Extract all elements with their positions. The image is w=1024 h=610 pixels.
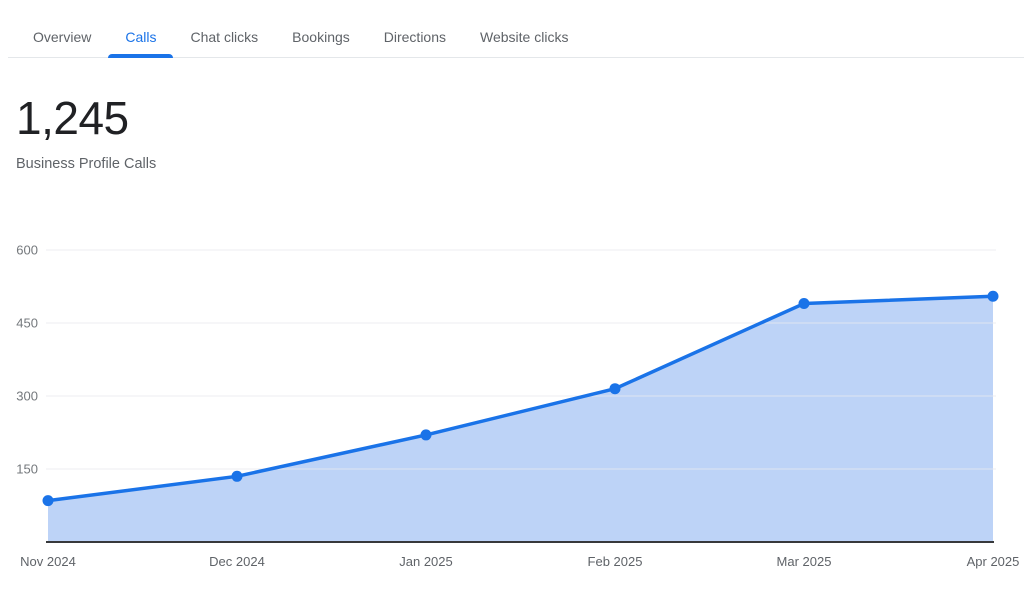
tab-label: Overview	[33, 29, 91, 45]
calls-trend-chart-canvas: 150 300 450 600 Nov 2024 Dec 2024 Jan 2025 Feb …	[0, 230, 1024, 580]
tab-label: Chat clicks	[190, 29, 258, 45]
x-axis-tick-label: Apr 2025	[967, 554, 1020, 569]
data-point[interactable]	[421, 429, 432, 440]
x-axis-tick-label: Mar 2025	[777, 554, 832, 569]
area-fill	[48, 296, 993, 542]
tab-website-clicks[interactable]: Website clicks	[463, 0, 585, 57]
data-point[interactable]	[43, 495, 54, 506]
tab-label: Website clicks	[480, 29, 568, 45]
y-axis-tick-label: 300	[16, 389, 38, 404]
tab-label: Calls	[125, 29, 156, 45]
data-point[interactable]	[232, 471, 243, 482]
tab-chat-clicks[interactable]: Chat clicks	[173, 0, 275, 57]
tab-label: Bookings	[292, 29, 350, 45]
tab-list: Overview Calls Chat clicks Bookings Directio…	[8, 0, 1024, 57]
data-point[interactable]	[610, 383, 621, 394]
y-axis-tick-label: 600	[16, 243, 38, 258]
data-point[interactable]	[799, 298, 810, 309]
x-axis-tick-label: Feb 2025	[588, 554, 643, 569]
x-axis-tick-label: Jan 2025	[399, 554, 453, 569]
x-axis-tick-label: Dec 2024	[209, 554, 265, 569]
business-profile-performance-page: Overview Calls Chat clicks Bookings Directio…	[0, 0, 1024, 610]
y-axis-tick-label: 450	[16, 316, 38, 331]
tab-calls[interactable]: Calls	[108, 0, 173, 57]
calls-trend-chart: 150 300 450 600 Nov 2024 Dec 2024 Jan 2025 Feb …	[0, 230, 1024, 580]
tab-overview[interactable]: Overview	[16, 0, 108, 57]
tab-bookings[interactable]: Bookings	[275, 0, 367, 57]
data-point[interactable]	[988, 291, 999, 302]
x-axis-tick-label: Nov 2024	[20, 554, 76, 569]
tab-directions[interactable]: Directions	[367, 0, 463, 57]
y-axis-tick-label: 150	[16, 462, 38, 477]
tab-bar: Overview Calls Chat clicks Bookings Directio…	[8, 0, 1024, 58]
metric-label: Business Profile Calls	[16, 156, 1024, 173]
metric-summary: 1,245 Business Profile Calls	[16, 94, 1024, 173]
tab-label: Directions	[384, 29, 446, 45]
metric-value: 1,245	[16, 94, 1024, 142]
